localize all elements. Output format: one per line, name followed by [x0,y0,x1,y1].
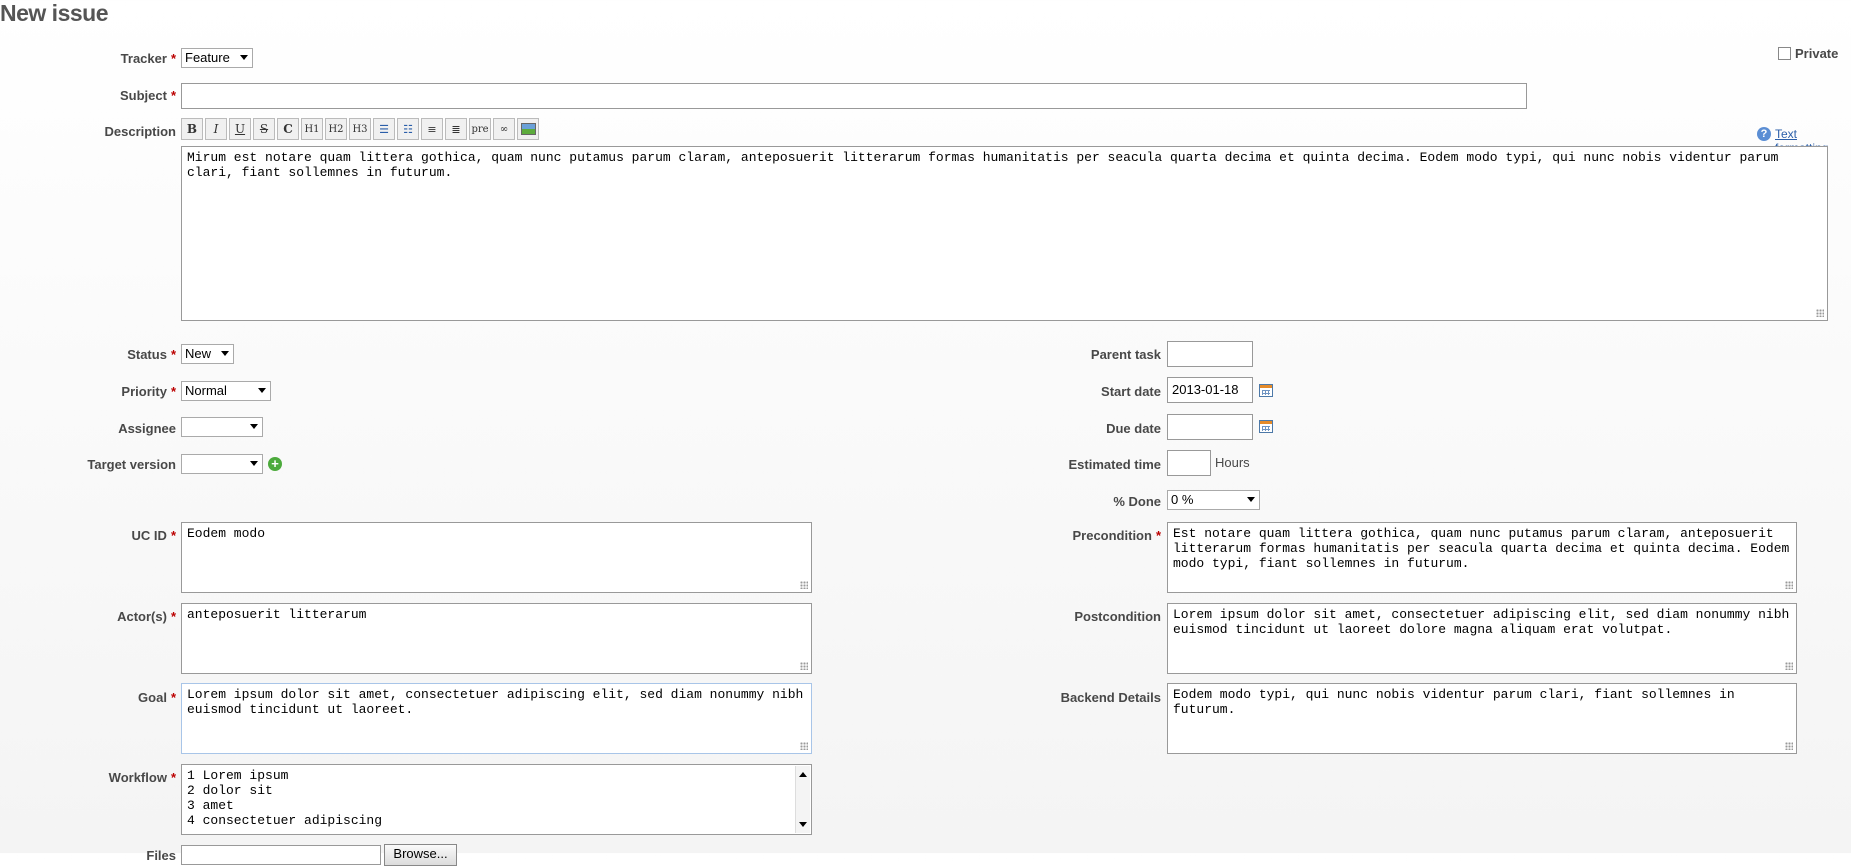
pre-button[interactable]: pre [469,118,491,140]
italic-button[interactable]: I [205,118,227,140]
resize-grip-icon[interactable] [1816,309,1824,317]
workflow-label: Workflow * [108,770,176,785]
help-icon[interactable]: ? [1757,127,1771,141]
page-title: New issue [0,0,109,26]
actors-label: Actor(s) * [117,609,176,624]
chevron-down-icon [250,461,258,466]
chevron-down-icon [240,55,248,60]
priority-label: Priority * [121,384,176,399]
outdent-icon: ≣ [451,122,461,136]
done-label: % Done [1113,494,1161,509]
priority-select[interactable]: Normal [181,381,271,401]
actors-textarea[interactable]: anteposuerit litterarum [181,603,812,674]
file-input[interactable] [181,845,381,865]
target-version-select[interactable] [181,454,263,474]
chevron-down-icon [250,424,258,429]
postcondition-label: Postcondition [1074,609,1161,624]
estimated-time-input[interactable] [1167,450,1211,476]
due-date-input[interactable] [1167,414,1253,440]
calendar-icon[interactable] [1259,384,1273,397]
due-date-label: Due date [1106,421,1161,436]
add-version-icon[interactable]: + [268,457,282,471]
scroll-down-icon[interactable] [799,822,807,827]
code-button[interactable]: C [277,118,299,140]
parent-task-input[interactable] [1167,341,1253,367]
precondition-label: Precondition * [1072,528,1161,543]
estimated-time-label: Estimated time [1068,457,1161,472]
status-label: Status * [127,347,176,362]
unordered-list-button[interactable]: ☰ [373,118,395,140]
heading3-button[interactable]: H3 [349,118,371,140]
status-select[interactable]: New [181,344,234,364]
resize-grip-icon[interactable] [1785,742,1793,750]
resize-grip-icon[interactable] [800,742,808,750]
resize-grip-icon[interactable] [800,581,808,589]
strikethrough-button[interactable]: S [253,118,275,140]
wiki-toolbar: B I U S C H1 H2 H3 ☰ ☷ ≡ ≣ pre ∞ [181,118,539,142]
private-checkbox[interactable] [1778,47,1791,60]
start-date-input[interactable]: 2013-01-18 [1167,377,1253,403]
bold-button[interactable]: B [181,118,203,140]
uc-id-label: UC ID * [131,528,176,543]
assignee-label: Assignee [118,421,176,436]
outdent-button[interactable]: ≣ [445,118,467,140]
tracker-select[interactable]: Feature [181,48,253,68]
postcondition-textarea[interactable]: Lorem ipsum dolor sit amet, consectetuer… [1167,603,1797,674]
start-date-label: Start date [1101,384,1161,399]
hours-unit: Hours [1215,455,1250,470]
subject-input[interactable] [181,83,1527,109]
image-button[interactable] [517,118,539,140]
scroll-up-icon[interactable] [799,772,807,777]
calendar-icon[interactable] [1259,420,1273,433]
resize-grip-icon[interactable] [1785,662,1793,670]
goal-label: Goal * [138,690,176,705]
workflow-textarea[interactable]: 1 Lorem ipsum 2 dolor sit 3 amet 4 conse… [181,764,812,835]
indent-button[interactable]: ≡ [421,118,443,140]
chevron-down-icon [221,351,229,356]
precondition-textarea[interactable]: Est notare quam littera gothica, quam nu… [1167,522,1797,593]
heading2-button[interactable]: H2 [325,118,347,140]
ordered-list-button[interactable]: ☷ [397,118,419,140]
description-textarea[interactable]: Mirum est notare quam littera gothica, q… [181,146,1828,321]
link-button[interactable]: ∞ [493,118,515,140]
files-label: Files [146,848,176,863]
browse-button[interactable]: Browse... [384,844,457,866]
resize-grip-icon[interactable] [800,662,808,670]
chevron-down-icon [258,388,266,393]
heading1-button[interactable]: H1 [301,118,323,140]
description-label: Description [104,124,176,139]
goal-textarea[interactable]: Lorem ipsum dolor sit amet, consectetuer… [181,683,812,754]
subject-label: Subject * [119,88,176,103]
indent-icon: ≡ [427,122,437,136]
assignee-select[interactable] [181,417,263,437]
link-icon: ∞ [499,123,509,135]
tracker-label: Tracker * [120,51,176,66]
numbered-list-icon: ☷ [403,122,413,136]
private-label: Private [1795,46,1839,61]
target-version-label: Target version [87,457,176,472]
bullet-list-icon: ☰ [379,122,389,136]
image-icon [520,123,536,135]
done-select[interactable]: 0 % [1167,490,1260,510]
uc-id-textarea[interactable]: Eodem modo [181,522,812,593]
chevron-down-icon [1247,497,1255,502]
resize-grip-icon[interactable] [1785,581,1793,589]
backend-details-textarea[interactable]: Eodem modo typi, qui nunc nobis videntur… [1167,683,1797,754]
backend-details-label: Backend Details [1060,690,1161,705]
underline-button[interactable]: U [229,118,251,140]
parent-task-label: Parent task [1090,347,1161,362]
scrollbar[interactable] [795,766,810,833]
